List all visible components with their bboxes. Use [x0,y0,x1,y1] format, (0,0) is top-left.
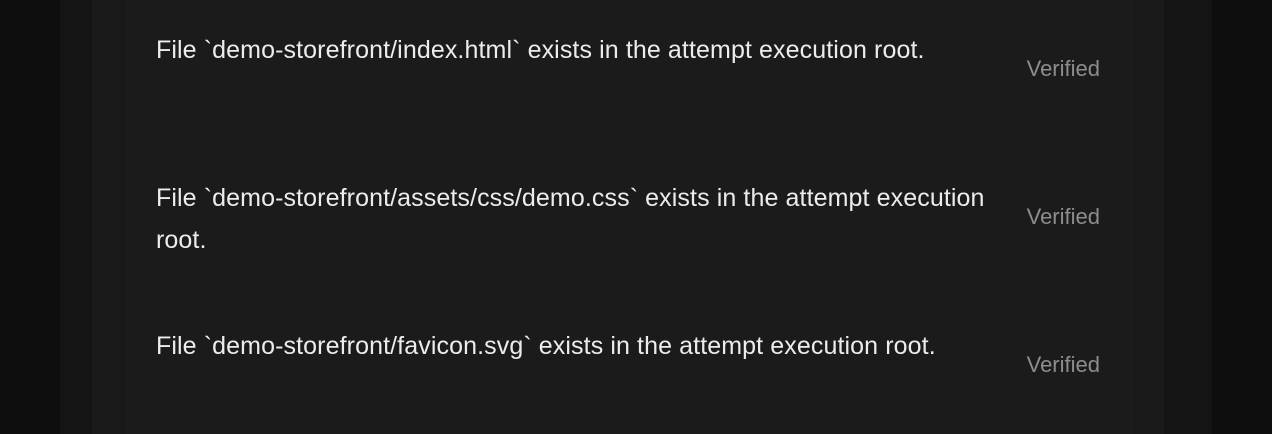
verification-row: File `demo-storefront/favicon.svg` exist… [156,315,1100,415]
verification-text: File `demo-storefront/favicon.svg` exist… [156,332,936,360]
verification-list: File `demo-storefront/index.html` exists… [126,0,1134,434]
verification-status: Verified [1026,352,1100,377]
verification-text: File `demo-storefront/index.html` exists… [156,36,925,64]
verification-row: File `demo-storefront/index.html` exists… [156,19,1100,119]
verification-row: File `demo-storefront/assets/css/demo.cs… [156,167,1100,267]
verification-status: Verified [1026,204,1100,229]
verification-status: Verified [1026,56,1100,81]
verification-text: File `demo-storefront/assets/css/demo.cs… [156,184,985,254]
